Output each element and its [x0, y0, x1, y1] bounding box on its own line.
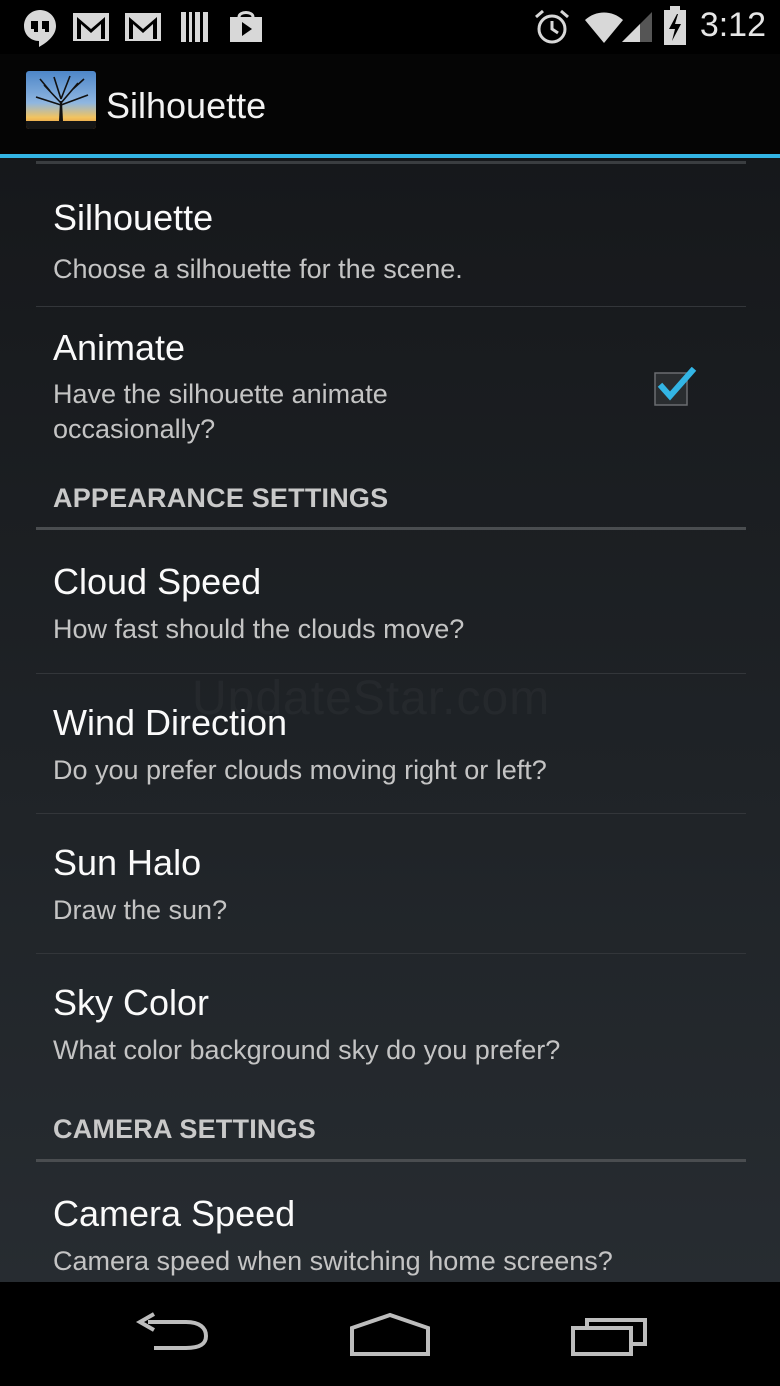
- pref-title: Wind Direction: [53, 702, 288, 743]
- pref-summary: What color background sky do you prefer?: [53, 1035, 561, 1065]
- category-camera-settings: CAMERA SETTINGS: [53, 1114, 317, 1144]
- status-time: 3:12: [699, 6, 766, 44]
- pref-sun-halo[interactable]: Sun Halo Draw the sun?: [0, 814, 780, 953]
- pref-wind-direction[interactable]: Wind Direction Do you prefer clouds movi…: [0, 674, 780, 813]
- pref-camera-speed[interactable]: Camera Speed Camera speed when switching…: [0, 1163, 780, 1282]
- alarm-icon: [535, 9, 569, 44]
- animate-checkbox[interactable]: [654, 366, 697, 406]
- signal-icon: [622, 12, 652, 42]
- pref-summary: How fast should the clouds move?: [53, 614, 465, 644]
- status-bar: 3:12: [0, 0, 780, 54]
- category-divider: [36, 527, 746, 530]
- home-icon[interactable]: [349, 1312, 431, 1358]
- pref-summary: Have the silhouette animate occasionally…: [53, 379, 388, 444]
- gmail-icon: [73, 13, 109, 41]
- battery-icon: [664, 6, 686, 45]
- gmail-icon: [125, 13, 161, 41]
- back-icon[interactable]: [134, 1312, 212, 1358]
- shopping-bag-icon: [230, 11, 262, 42]
- pref-summary: Camera speed when switching home screens…: [53, 1246, 613, 1276]
- pref-title: Cloud Speed: [53, 561, 262, 602]
- barcode-icon: [181, 12, 208, 42]
- action-bar: Silhouette: [0, 54, 780, 154]
- action-bar-title: Silhouette: [106, 85, 267, 126]
- pref-silhouette[interactable]: Silhouette Choose a silhouette for the s…: [0, 164, 780, 306]
- pref-summary: Do you prefer clouds moving right or lef…: [53, 755, 547, 785]
- category-appearance-settings: APPEARANCE SETTINGS: [53, 483, 389, 513]
- pref-title: Silhouette: [53, 197, 214, 238]
- category-divider: [36, 1159, 746, 1162]
- hangouts-icon: [24, 10, 56, 47]
- navigation-bar: [0, 1282, 780, 1386]
- wifi-icon: [585, 12, 623, 43]
- pref-cloud-speed[interactable]: Cloud Speed How fast should the clouds m…: [0, 531, 780, 673]
- pref-summary: Choose a silhouette for the scene.: [53, 254, 463, 284]
- preferences-list: Silhouette Choose a silhouette for the s…: [0, 158, 780, 1282]
- pref-sky-color[interactable]: Sky Color What color background sky do y…: [0, 954, 780, 1094]
- pref-title: Sun Halo: [53, 842, 202, 883]
- recent-apps-icon[interactable]: [569, 1312, 649, 1358]
- pref-title: Camera Speed: [53, 1193, 296, 1234]
- pref-summary: Draw the sun?: [53, 895, 228, 925]
- tree-silhouette-app-icon[interactable]: [26, 71, 96, 129]
- pref-title: Animate: [53, 327, 186, 368]
- pref-title: Sky Color: [53, 982, 210, 1023]
